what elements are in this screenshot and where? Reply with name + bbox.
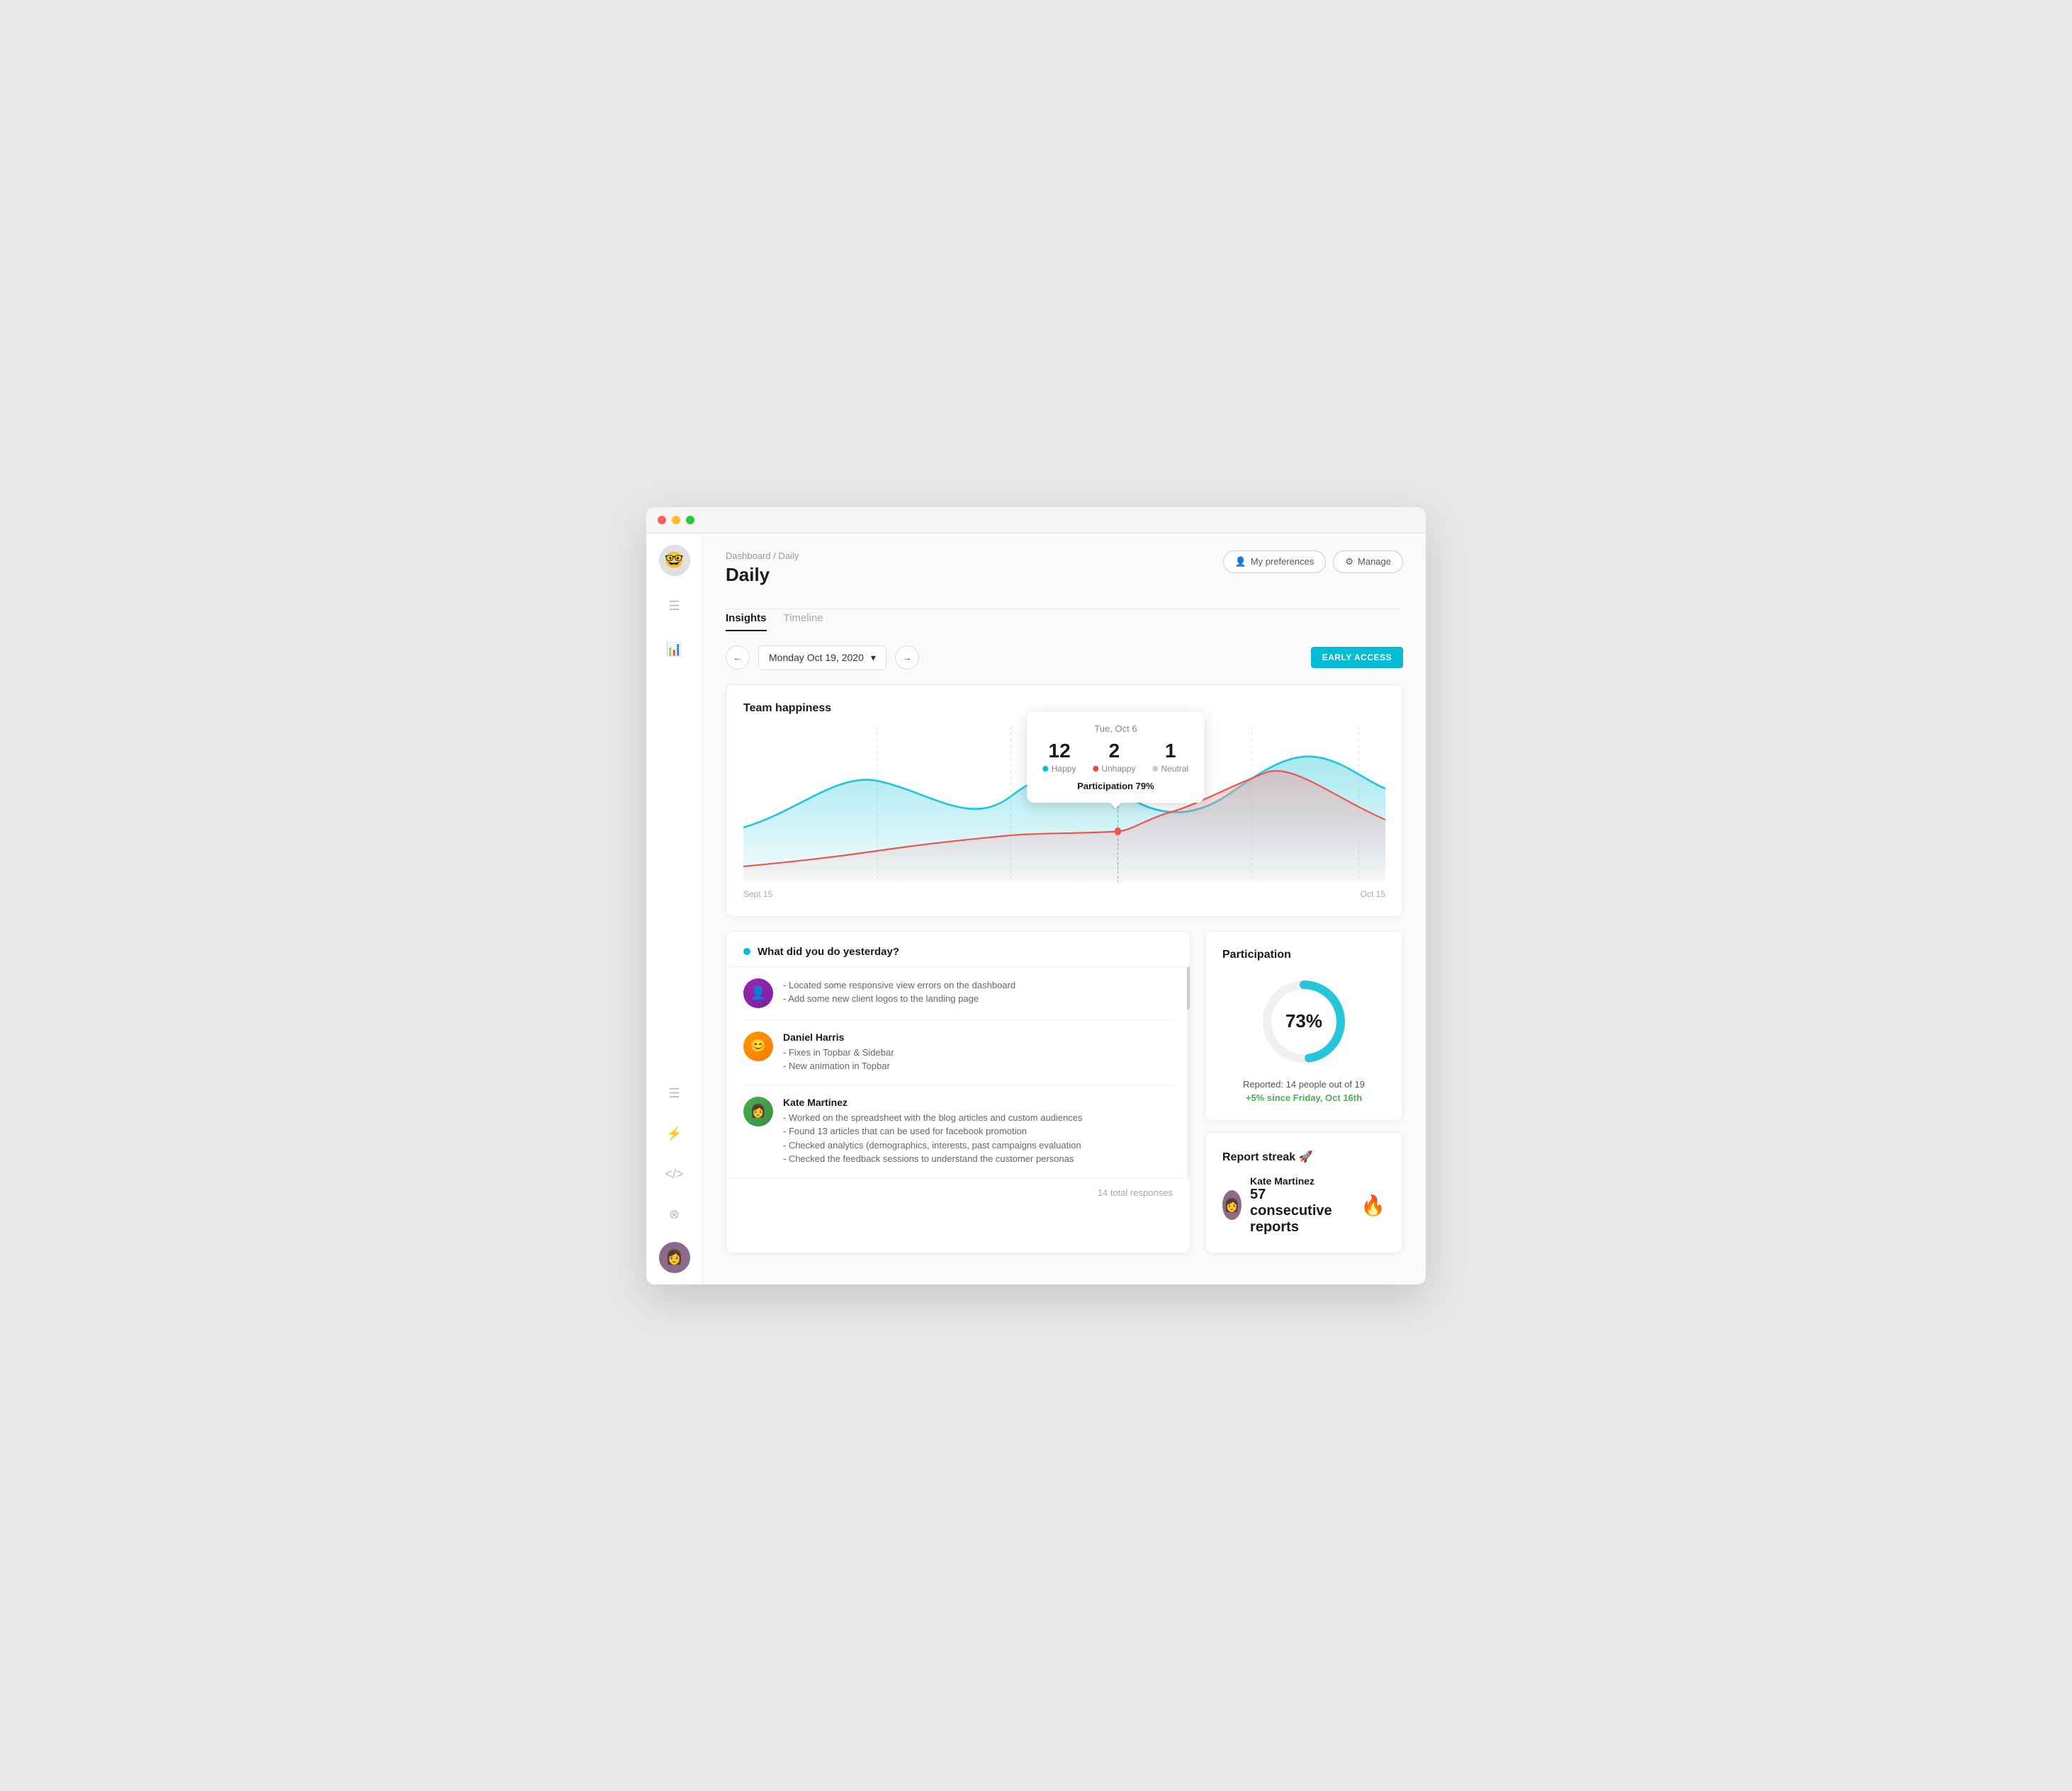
question-indicator — [743, 948, 750, 955]
question-card: What did you do yesterday? 👤 - Located s… — [726, 931, 1190, 1253]
tooltip-participation-value: 79% — [1136, 781, 1154, 791]
response-content: Daniel Harris - Fixes in Topbar & Sideba… — [783, 1032, 1173, 1073]
sidebar-bolt-icon[interactable]: ⚡ — [660, 1121, 687, 1147]
tab-bar: Insights Timeline — [726, 609, 1403, 631]
chart-area: Tue, Oct 6 12 Happy 2 — [743, 726, 1385, 882]
streak-count: 57 consecutive reports — [1250, 1187, 1352, 1236]
tooltip-stats: 12 Happy 2 Unhappy — [1043, 741, 1188, 774]
list-item: 👤 - Located some responsive view errors … — [743, 967, 1173, 1020]
avatar: 👩 — [743, 1097, 773, 1126]
responses-list: 👤 - Located some responsive view errors … — [726, 967, 1190, 1178]
avatar: 👤 — [743, 978, 773, 1008]
response-content: Kate Martinez - Worked on the spreadshee… — [783, 1097, 1173, 1166]
close-button[interactable] — [658, 516, 666, 524]
donut-percentage: 73% — [1285, 1010, 1322, 1032]
response-text: - Fixes in Topbar & Sidebar - New animat… — [783, 1046, 1173, 1073]
header-actions: 👤 My preferences ⚙ Manage — [1223, 550, 1403, 573]
tooltip-date: Tue, Oct 6 — [1043, 723, 1188, 734]
response-content: - Located some responsive view errors on… — [783, 978, 1173, 1008]
tab-insights[interactable]: Insights — [726, 612, 767, 631]
participation-card: Participation 73% Reported: 14 people ou… — [1205, 931, 1403, 1121]
main-content: Dashboard / Daily Daily 👤 My preferences… — [703, 533, 1426, 1284]
sidebar: 🤓 ☰ 📊 ☰ ⚡ </> ⊗ 👩 — [646, 533, 703, 1284]
streak-title: Report streak 🚀 — [1222, 1150, 1313, 1164]
next-date-button[interactable]: → — [895, 645, 919, 669]
tooltip-happy: 12 Happy — [1043, 741, 1076, 774]
response-name: Daniel Harris — [783, 1032, 1173, 1043]
participation-reported: Reported: 14 people out of 19 — [1222, 1079, 1385, 1090]
tooltip-participation: Participation 79% — [1043, 781, 1188, 791]
early-access-button[interactable]: EARLY ACCESS — [1311, 647, 1403, 668]
manage-button[interactable]: ⚙ Manage — [1333, 550, 1403, 573]
person-icon: 👤 — [1235, 556, 1246, 567]
participation-title: Participation — [1222, 949, 1385, 961]
scrollbar[interactable] — [1187, 967, 1190, 1178]
responses-footer: 14 total responses — [726, 1178, 1190, 1207]
minimize-button[interactable] — [672, 516, 680, 524]
neutral-dot — [1152, 766, 1158, 772]
response-text: - Located some responsive view errors on… — [783, 978, 1173, 1006]
streak-avatar: 👩 — [1222, 1190, 1241, 1220]
unhappy-dot — [1093, 766, 1098, 772]
bottom-section: What did you do yesterday? 👤 - Located s… — [726, 931, 1403, 1267]
streak-item: 👩 Kate Martinez 57 consecutive reports 🔥 — [1222, 1175, 1385, 1236]
question-header: What did you do yesterday? — [726, 932, 1190, 967]
tab-timeline[interactable]: Timeline — [784, 612, 823, 631]
titlebar — [646, 507, 1426, 533]
team-happiness-card: Team happiness Tue, Oct 6 12 Happy — [726, 684, 1403, 917]
user-avatar[interactable]: 👩 — [659, 1242, 690, 1273]
list-item: 😊 Daniel Harris - Fixes in Topbar & Side… — [743, 1020, 1173, 1085]
breadcrumb: Dashboard / Daily — [726, 550, 799, 561]
tooltip-neutral: 1 Neutral — [1152, 741, 1188, 774]
streak-info: Kate Martinez 57 consecutive reports — [1250, 1175, 1352, 1236]
sidebar-settings-icon[interactable]: ⊗ — [663, 1202, 685, 1228]
maximize-button[interactable] — [686, 516, 694, 524]
sidebar-list-icon[interactable]: ☰ — [663, 1080, 685, 1107]
happy-dot — [1043, 766, 1049, 772]
sidebar-menu-icon[interactable]: ☰ — [663, 593, 685, 619]
preferences-button[interactable]: 👤 My preferences — [1223, 550, 1327, 573]
tooltip-unhappy: 2 Unhappy — [1093, 741, 1135, 774]
chart-x-start: Sept 15 — [743, 889, 772, 899]
streak-person-name: Kate Martinez — [1250, 1175, 1352, 1187]
chevron-down-icon: ▾ — [871, 652, 876, 664]
chart-x-labels: Sept 15 Oct 15 — [743, 889, 1385, 899]
fire-icon: 🔥 — [1361, 1194, 1385, 1217]
avatar: 😊 — [743, 1032, 773, 1061]
right-column: Participation 73% Reported: 14 people ou… — [1205, 931, 1403, 1267]
app-logo-avatar: 🤓 — [659, 545, 690, 576]
scroll-thumb[interactable] — [1187, 967, 1190, 1010]
streak-header: Report streak 🚀 — [1222, 1150, 1385, 1164]
date-navigation: ← Monday Oct 19, 2020 ▾ → EARLY ACCESS — [726, 645, 1403, 670]
streak-card: Report streak 🚀 👩 Kate Martinez 57 conse… — [1205, 1132, 1403, 1253]
donut-chart: 73% — [1222, 976, 1385, 1068]
date-picker[interactable]: Monday Oct 19, 2020 ▾ — [758, 645, 886, 670]
sidebar-code-icon[interactable]: </> — [659, 1161, 689, 1187]
list-item: 👩 Kate Martinez - Worked on the spreadsh… — [743, 1085, 1173, 1178]
chart-tooltip: Tue, Oct 6 12 Happy 2 — [1027, 712, 1204, 803]
response-name: Kate Martinez — [783, 1097, 1173, 1108]
gear-icon: ⚙ — [1345, 556, 1353, 567]
prev-date-button[interactable]: ← — [726, 645, 750, 669]
sidebar-chart-icon[interactable]: 📊 — [660, 636, 687, 662]
page-header: Dashboard / Daily Daily 👤 My preferences… — [726, 550, 1403, 597]
participation-change: +5% since Friday, Oct 16th — [1222, 1092, 1385, 1103]
page-title: Daily — [726, 564, 799, 586]
chart-x-end: Oct 15 — [1361, 889, 1385, 899]
response-text: - Worked on the spreadsheet with the blo… — [783, 1111, 1173, 1166]
question-title: What did you do yesterday? — [758, 946, 899, 958]
